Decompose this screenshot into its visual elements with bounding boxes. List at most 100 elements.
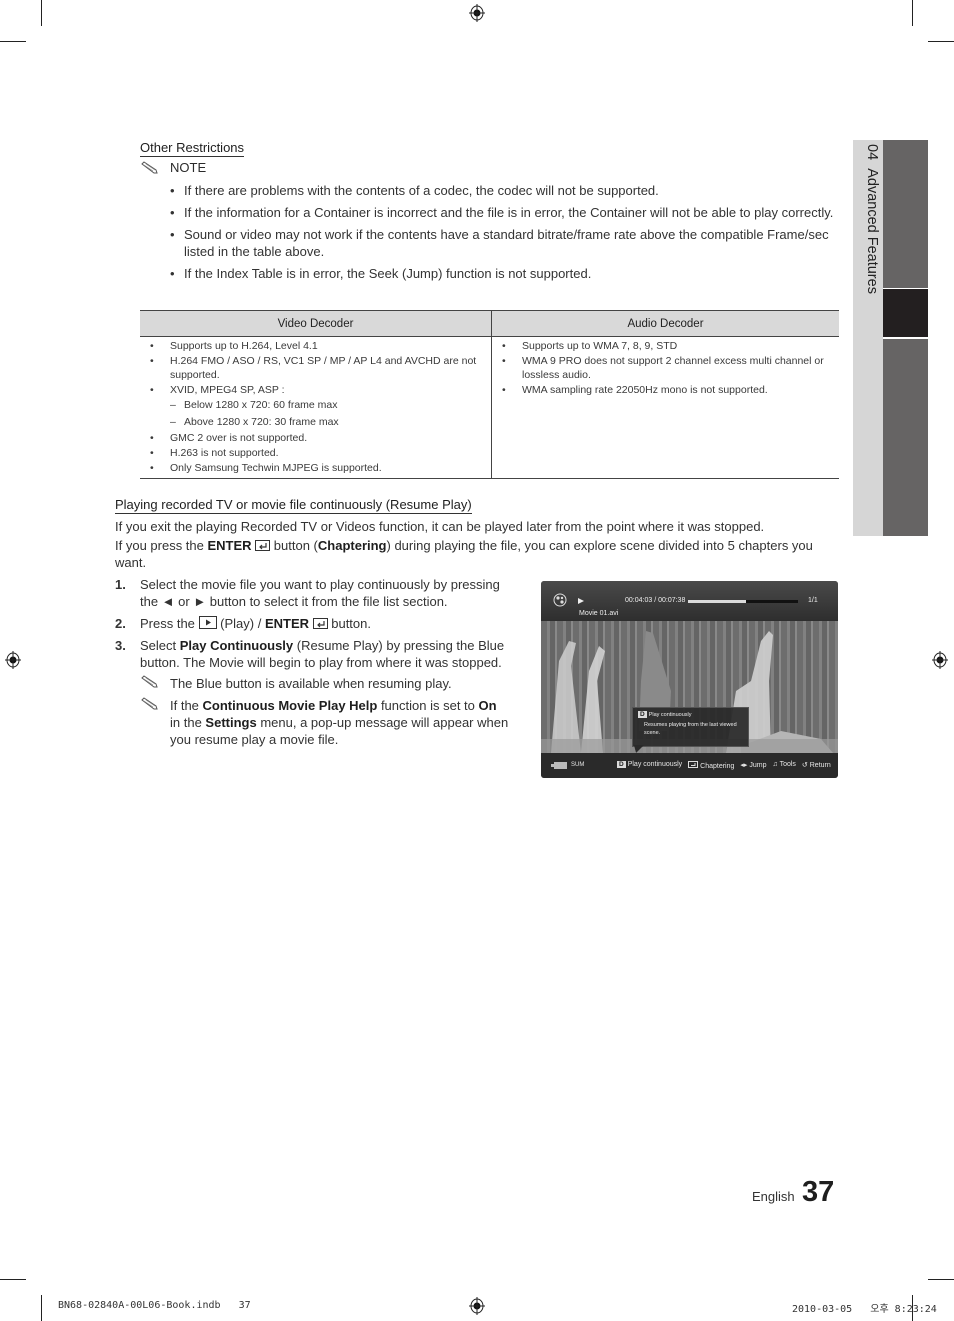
d-key-icon: D (638, 711, 647, 718)
play-key-icon (198, 616, 217, 629)
step-text: Select Play Continuously (Resume Play) b… (140, 637, 510, 671)
play-status-icon (578, 598, 584, 604)
side-tab-block (883, 339, 928, 536)
step-number: 3. (115, 638, 126, 653)
text: (Play) / (216, 616, 265, 631)
movie-filename: Movie 01.avi (579, 610, 619, 617)
usb-device-icon (551, 762, 567, 769)
side-tab-block (883, 140, 928, 288)
restriction-notes-list: If there are problems with the contents … (170, 182, 840, 287)
note-item: If the information for a Container is in… (170, 204, 840, 221)
side-tab-current-marker (883, 289, 928, 337)
file-info: BN68-02840A-00L06-Book.indb 37 (58, 1300, 251, 1311)
crop-mark (0, 41, 26, 42)
note-item: If there are problems with the contents … (170, 182, 840, 199)
chaptering-label: Chaptering (317, 538, 387, 553)
play-continuously-button[interactable]: D Play continuously (617, 761, 682, 770)
video-decoder-cell: Supports up to H.264, Level 4.1 H.264 FM… (140, 336, 492, 480)
on-label: On (478, 698, 497, 713)
resume-intro-1: If you exit the playing Recorded TV or V… (115, 519, 765, 534)
video-subitem: Below 1280 x 720: 60 frame max (150, 397, 487, 414)
codec-table: Video Decoder Audio Decoder Supports up … (140, 310, 839, 480)
note-text: If the Continuous Movie Play Help functi… (170, 697, 510, 748)
note-header: NOTE (140, 160, 206, 175)
note-item: If the Index Table is in error, the Seek… (170, 265, 840, 282)
crop-mark (912, 0, 913, 26)
return-button[interactable]: ↺ Return (802, 761, 831, 770)
registration-mark-icon (469, 4, 485, 22)
play-continuously-popup: D Play continuously Resumes playing from … (632, 707, 749, 747)
progress-bar[interactable] (688, 600, 798, 603)
continuous-movie-play-help-label: Continuous Movie Play Help (202, 698, 378, 713)
video-item: H.263 is not supported. (150, 446, 487, 461)
settings-label: Settings (205, 715, 257, 730)
tv-screen-illustration: 00:04:03 / 00:07:38 1/1 Movie 01.avi D Pl… (541, 581, 838, 778)
jump-button[interactable]: ◂▸ Jump (740, 761, 766, 770)
note-item: Sound or video may not work if the conte… (170, 226, 840, 260)
d-key-icon: D (617, 761, 626, 768)
page-indicator: 1/1 (808, 597, 818, 604)
button-label: Chaptering (700, 763, 735, 770)
crop-mark (928, 41, 954, 42)
pencil-note-icon (141, 675, 158, 688)
bottom-controls: D Play continuously Chaptering ◂▸ Jump ♫ … (617, 761, 831, 770)
button-label: Play continuously (627, 761, 683, 768)
enter-key-icon (255, 540, 271, 551)
note-label: NOTE (170, 160, 207, 175)
video-item: Only Samsung Techwin MJPEG is supported. (150, 461, 487, 476)
video-item: GMC 2 over is not supported. (150, 431, 487, 446)
audio-item: WMA 9 PRO does not support 2 channel exc… (502, 354, 835, 383)
audio-decoder-header: Audio Decoder (491, 310, 839, 337)
text: If you press the (115, 538, 208, 553)
step-text: Select the movie file you want to play c… (140, 577, 500, 609)
button-label: Tools (779, 761, 796, 768)
play-continuously-label: Play Continuously (179, 638, 294, 653)
text: If the (170, 698, 203, 713)
print-timestamp: 2010-03-05 오후 8:23:24 (792, 1304, 937, 1315)
audio-item: Supports up to WMA 7, 8, 9, STD (502, 339, 835, 354)
video-item: H.264 FMO / ASO / RS, VC1 SP / MP / AP L… (150, 354, 487, 383)
resume-play-heading: Playing recorded TV or movie file contin… (115, 497, 472, 514)
text: in the (170, 715, 206, 730)
text: button ( (270, 538, 318, 553)
enter-icon (688, 761, 699, 768)
player-top-bar: 00:04:03 / 00:07:38 1/1 Movie 01.avi (541, 581, 838, 621)
other-restrictions-heading: Other Restrictions (140, 140, 245, 157)
step-3: 3. Select Play Continuously (Resume Play… (115, 637, 510, 671)
player-bottom-bar: SUM D Play continuously Chaptering ◂▸ Jum… (541, 753, 838, 778)
popup-title: Play continuously (648, 712, 692, 718)
step-number: 1. (115, 577, 126, 592)
progress-fill (688, 600, 747, 603)
chaptering-button[interactable]: Chaptering (688, 761, 734, 770)
tools-button[interactable]: ♫ Tools (773, 761, 796, 770)
pencil-note-icon (141, 697, 158, 710)
enter-key-label: ENTER (207, 538, 252, 553)
registration-mark-icon (469, 1297, 485, 1315)
device-label: SUM (571, 762, 585, 768)
tools-icon: ♫ (772, 761, 778, 768)
crop-mark (41, 1295, 42, 1321)
text: Select (140, 638, 180, 653)
resume-intro-2: If you press the ENTER button (Chapterin… (115, 537, 840, 571)
button-label: Jump (749, 762, 767, 769)
registration-mark-icon (932, 651, 948, 669)
resume-play-section: Playing recorded TV or movie file contin… (115, 496, 472, 514)
registration-mark-icon (5, 651, 21, 669)
video-subitem: Above 1280 x 720: 30 frame max (150, 414, 487, 431)
step-text: Press the (Play) / ENTER button. (140, 615, 510, 632)
text: function is set to (377, 698, 479, 713)
note-text: The Blue button is available when resumi… (170, 676, 452, 691)
chapter-title: 04 Advanced Features (856, 144, 880, 294)
video-decoder-header: Video Decoder (140, 310, 492, 337)
step-1: 1. Select the movie file you want to pla… (115, 576, 510, 610)
return-icon: ↺ (801, 762, 808, 769)
enter-key-icon (312, 618, 328, 629)
movie-reel-icon (553, 593, 567, 607)
step-number: 2. (115, 616, 126, 631)
note-blue-button: The Blue button is available when resumi… (140, 675, 520, 692)
chapter-number: 04 (864, 144, 880, 161)
language-label: English (752, 1189, 795, 1204)
text: Press the (140, 616, 199, 631)
playback-time: 00:04:03 / 00:07:38 (625, 597, 686, 604)
video-item: Supports up to H.264, Level 4.1 (150, 339, 487, 354)
